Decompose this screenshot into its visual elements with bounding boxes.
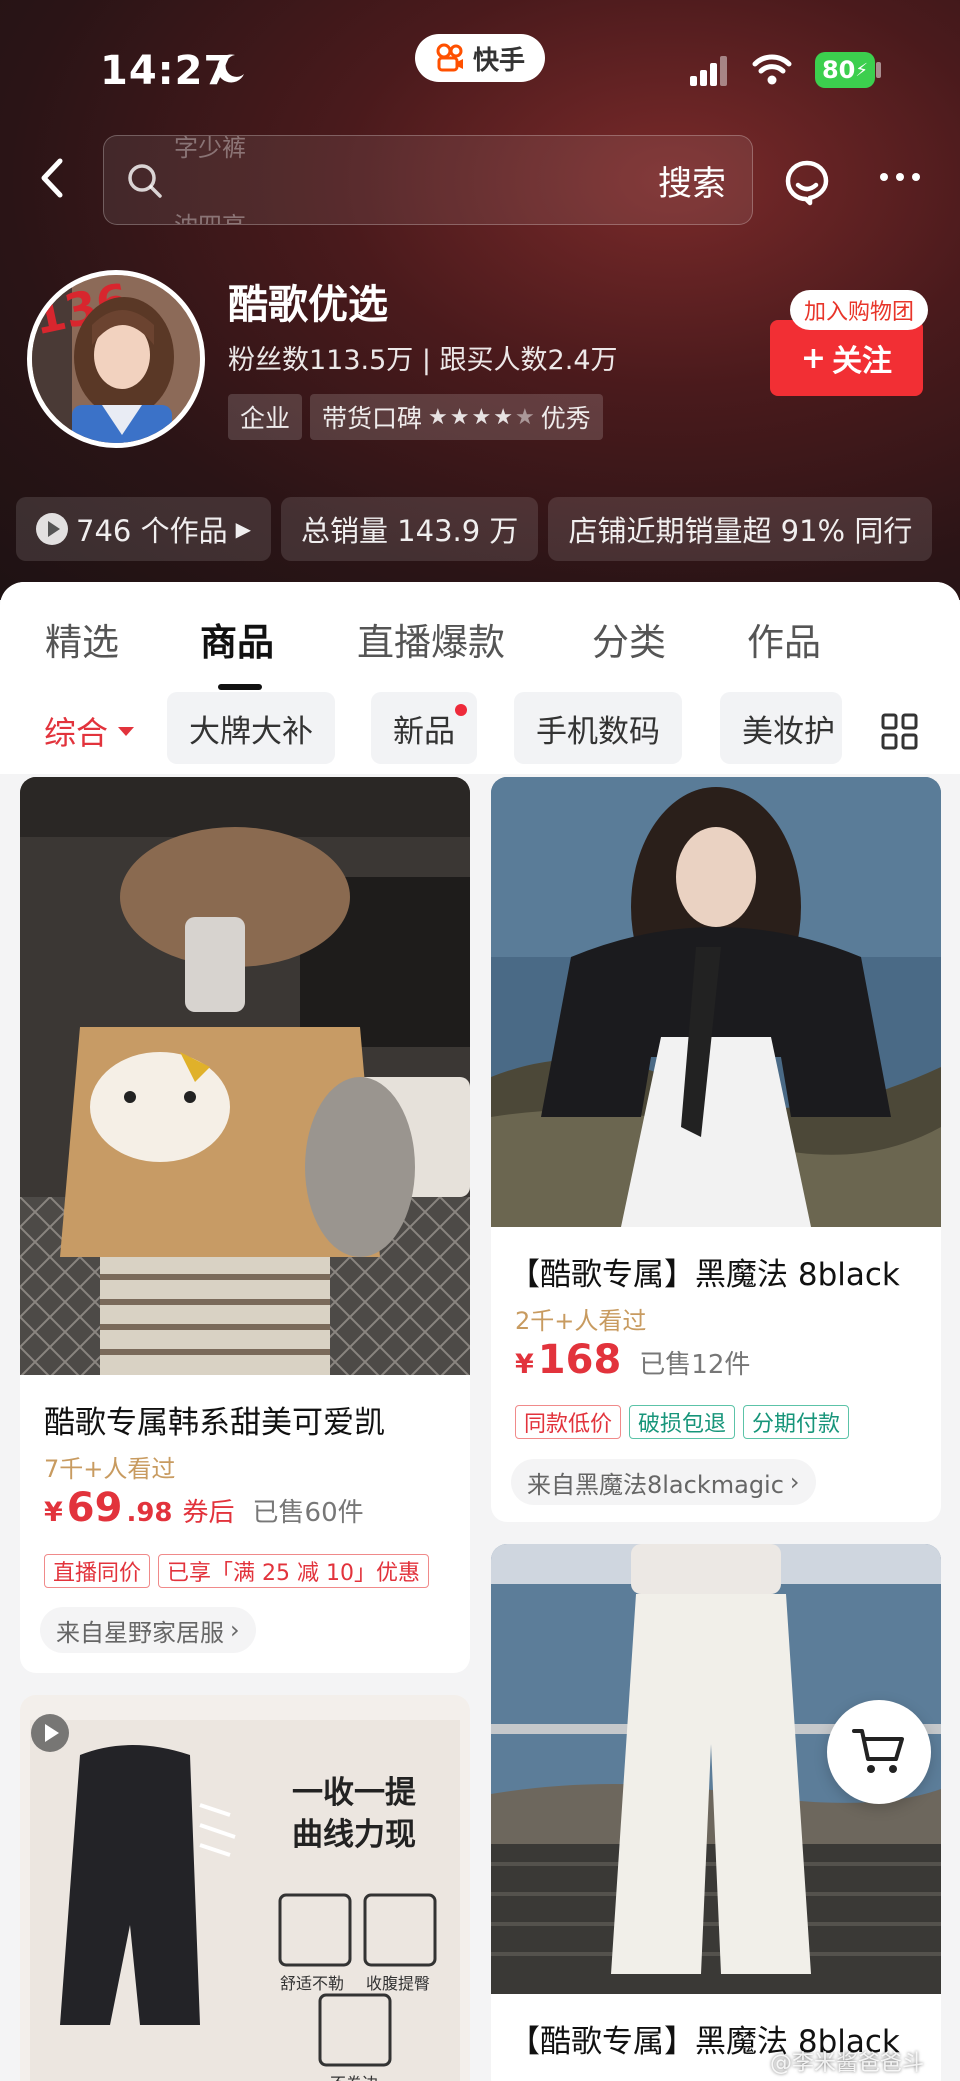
search-input[interactable] [174, 156, 574, 206]
more-icon[interactable] [880, 173, 920, 181]
content-panel: 精选 商品 直播爆款 分类 作品 综合 大牌大补 新品 手机数码 美妆护 酷歌专… [0, 582, 960, 2081]
chip-digital[interactable]: 手机数码 [514, 692, 682, 764]
sort-dropdown[interactable]: 综合 [44, 708, 135, 754]
filter-bar: 综合 大牌大补 新品 手机数码 美妆护 [0, 692, 960, 766]
new-dot-indicator [455, 704, 467, 716]
chip-new[interactable]: 新品 [371, 692, 477, 764]
cart-button[interactable] [827, 1700, 931, 1804]
overlay-headline-1: 一收一提 [292, 1775, 416, 1811]
product-source-link[interactable]: 来自星野家居服 › [40, 1607, 256, 1653]
reputation-tag[interactable]: 带货口碑 ★ ★ ★ ★ ★ 优秀 [310, 394, 603, 440]
join-group-badge[interactable]: 加入购物团 [790, 290, 929, 330]
badge-damage-refund: 破损包退 [629, 1405, 736, 1439]
product-views: 2千+人看过 [515, 1307, 647, 1335]
badge-live-same-price: 直播同价 [44, 1554, 151, 1588]
plus-icon: + [800, 340, 827, 376]
product-price: ¥168 已售12件 [515, 1337, 751, 1383]
rating-stars-icon: ★ ★ ★ ★ ★ [428, 404, 535, 430]
tab-categories[interactable]: 分类 [592, 612, 666, 666]
wifi-icon [752, 52, 792, 90]
tab-products[interactable]: 商品 [200, 612, 274, 666]
customer-service-icon[interactable] [783, 159, 831, 207]
tab-works[interactable]: 作品 [747, 612, 821, 666]
badge-low-price: 同款低价 [515, 1405, 622, 1439]
works-count-button[interactable]: 746 个作品 ▶ [16, 497, 271, 561]
product-card[interactable]: 【酷歌专属】黑魔法 8black 2千+人看过 ¥168 已售12件 同款低价 … [491, 777, 941, 1522]
search-button[interactable]: 搜索 [658, 156, 726, 205]
tabs-and-filters: 精选 商品 直播爆款 分类 作品 综合 大牌大补 新品 手机数码 美妆护 [0, 582, 960, 774]
shop-name: 酷歌优选 [228, 282, 388, 328]
top-nav: 字少裤 沈四高 搜索 [0, 135, 960, 225]
shop-metrics: 746 个作品 ▶ 总销量 143.9 万 店铺近期销量超 91% 同行 [16, 497, 933, 561]
back-arrow-icon[interactable] [30, 155, 76, 201]
total-sales: 总销量 143.9 万 [280, 497, 539, 561]
grid-view-icon[interactable] [880, 712, 920, 752]
recent-sales: 店铺近期销量超 91% 同行 [548, 497, 933, 561]
product-card[interactable]: 一收一提 曲线力现 舒适不勒 收腹提臀 不卷边 [20, 1695, 470, 2081]
search-suggestion-next: 沈四高 [174, 206, 246, 224]
product-card[interactable]: 酷歌专属韩系甜美可爱凯 7千+人看过 ¥69.98 券后 已售60件 直播同价 已… [20, 777, 470, 1673]
battery-tip [876, 62, 881, 78]
tab-live-hits[interactable]: 直播爆款 [357, 612, 505, 666]
badge-discount: 已享「满 25 减 10」优惠 [158, 1554, 429, 1588]
badge-installment: 分期付款 [743, 1405, 850, 1439]
feature-label: 收腹提臀 [366, 1974, 431, 1993]
signal-icon [690, 56, 730, 90]
product-source-link[interactable]: 来自黑魔法8lackmagic › [511, 1459, 816, 1505]
chip-beauty[interactable]: 美妆护 [720, 692, 842, 764]
shopping-cart-icon [852, 1729, 904, 1773]
follow-label: 关注 [832, 344, 893, 379]
active-tab-indicator [218, 684, 262, 690]
play-icon [36, 513, 68, 545]
product-title: 酷歌专属韩系甜美可爱凯 [44, 1405, 385, 1441]
watermark: @李米酱爸爸斗 [770, 2051, 925, 2076]
app-pill-label: 快手 [472, 45, 525, 76]
shop-tags: 企业 带货口碑 ★ ★ ★ ★ ★ 优秀 [228, 394, 603, 440]
shop-avatar[interactable]: 136 [27, 270, 205, 448]
follow-button[interactable]: + 关注 [770, 320, 923, 396]
product-card[interactable]: 【酷歌专属】黑魔法 8black [491, 1544, 941, 2081]
chip-big-brand[interactable]: 大牌大补 [167, 692, 335, 764]
product-price: ¥69.98 券后 已售60件 [44, 1485, 364, 1531]
shop-header: 14:27 80 ⚡ 快手 字少裤 搜索 136 酷歌优选 粉丝数113.5万 … [0, 0, 960, 600]
tab-featured[interactable]: 精选 [45, 612, 119, 666]
product-title: 【酷歌专属】黑魔法 8black [509, 1257, 900, 1293]
reputation-grade: 优秀 [540, 404, 591, 433]
product-views: 7千+人看过 [44, 1455, 176, 1483]
reputation-label: 带货口碑 [322, 404, 423, 433]
caret-down-icon [118, 726, 135, 736]
chevron-right-icon: › [230, 1616, 240, 1644]
product-image [20, 777, 470, 1375]
tab-bar: 精选 商品 直播爆款 分类 作品 [0, 612, 960, 690]
search-box[interactable]: 字少裤 沈四高 搜索 [103, 135, 753, 225]
moon-icon [217, 54, 244, 83]
kuaishou-logo-icon [436, 43, 463, 72]
chevron-right-icon: › [789, 1468, 800, 1496]
overlay-headline-2: 曲线力现 [292, 1817, 416, 1853]
feature-label: 舒适不勒 [280, 1974, 345, 1993]
video-play-icon [31, 1714, 69, 1752]
enterprise-tag: 企业 [228, 394, 303, 440]
app-pill[interactable]: 快手 [415, 34, 545, 82]
shop-stats: 粉丝数113.5万 | 跟买人数2.4万 [228, 345, 618, 376]
product-badges: 同款低价 破损包退 分期付款 [515, 1405, 850, 1439]
product-sold: 已售12件 [639, 1350, 751, 1380]
feature-label: 不卷边 [330, 2070, 378, 2081]
search-icon [128, 164, 162, 198]
product-image [491, 777, 941, 1227]
product-sold: 已售60件 [252, 1498, 364, 1528]
product-image: 一收一提 曲线力现 舒适不勒 收腹提臀 不卷边 [20, 1695, 470, 2081]
battery-indicator: 80 ⚡ [815, 52, 875, 88]
shop-profile: 136 酷歌优选 粉丝数113.5万 | 跟买人数2.4万 企业 带货口碑 ★ ★… [0, 270, 960, 450]
product-badges: 直播同价 已享「满 25 减 10」优惠 [44, 1554, 429, 1588]
chevron-right-icon: ▶ [235, 517, 251, 541]
